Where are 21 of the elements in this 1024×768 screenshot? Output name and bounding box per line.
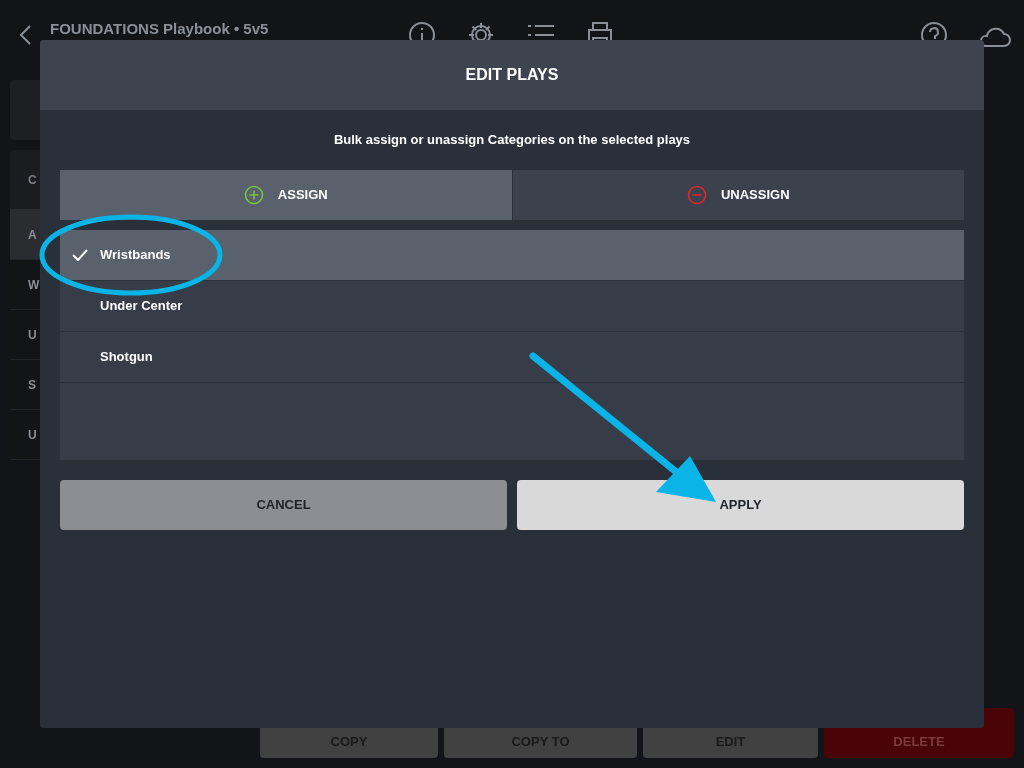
category-row[interactable]: Wristbands (60, 230, 964, 281)
playbook-title: FOUNDATIONS Playbook • 5v5 (50, 20, 269, 38)
check-icon (72, 249, 88, 261)
mode-tab[interactable]: ASSIGN (60, 170, 513, 220)
minus-circle-icon (686, 185, 707, 205)
category-label: Under Center (100, 297, 183, 316)
sidebar-item-label: W (28, 276, 40, 294)
sidebar-item-label: U (28, 326, 37, 344)
back-icon[interactable] (18, 24, 32, 46)
category-label: Shotgun (100, 348, 153, 367)
plus-circle-icon (243, 185, 264, 205)
sidebar-header: C (28, 171, 37, 189)
sidebar-item-label: S (28, 376, 36, 394)
apply-button[interactable]: APPLY (517, 480, 964, 530)
cancel-button[interactable]: CANCEL (60, 480, 507, 530)
mode-tab[interactable]: UNASSIGN (512, 170, 964, 220)
sidebar-item-label: U (28, 426, 37, 444)
dialog-title: EDIT PLAYS (465, 65, 559, 85)
instruction-text: Bulk assign or unassign Categories on the selected plays (333, 131, 691, 150)
category-label: Wristbands (100, 246, 171, 265)
sidebar-item-label: A (28, 226, 37, 244)
